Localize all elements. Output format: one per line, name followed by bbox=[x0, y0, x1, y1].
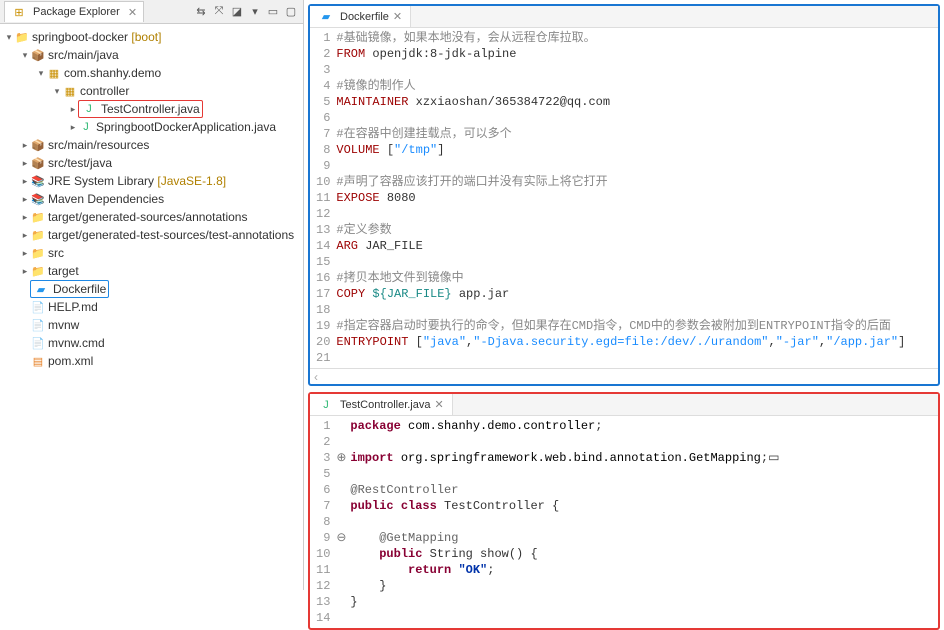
folder-src[interactable]: ▸📁src bbox=[0, 244, 303, 262]
file-icon: 📄 bbox=[30, 299, 46, 315]
editor-tabs: ▰ Dockerfile ✕ bbox=[310, 6, 938, 28]
java-file-icon: J bbox=[81, 101, 97, 117]
src-main-java[interactable]: ▾📦src/main/java bbox=[0, 46, 303, 64]
folder-icon: 📁 bbox=[30, 209, 46, 225]
editors-area: ▰ Dockerfile ✕ 1234567891011121314151617… bbox=[304, 0, 944, 590]
package-explorer-panel: ⊞ Package Explorer ✕ ⇆ ⤧ ◪ ▾ ▭ ▢ ▾📁sprin… bbox=[0, 0, 304, 590]
close-icon[interactable]: ✕ bbox=[393, 10, 402, 23]
panel-title-tab[interactable]: ⊞ Package Explorer ✕ bbox=[4, 1, 144, 22]
docker-icon: ▰ bbox=[318, 9, 334, 25]
link-editor-icon[interactable]: ⤧ bbox=[211, 4, 227, 20]
project-tree: ▾📁springboot-docker [boot] ▾📦src/main/ja… bbox=[0, 24, 303, 590]
package-icon: ▦ bbox=[46, 65, 62, 81]
package-controller[interactable]: ▾▦controller bbox=[0, 82, 303, 100]
dockerfile-editor: ▰ Dockerfile ✕ 1234567891011121314151617… bbox=[308, 4, 940, 386]
menu-icon[interactable]: ▾ bbox=[247, 4, 263, 20]
collapse-all-icon[interactable]: ⇆ bbox=[193, 4, 209, 20]
file-application[interactable]: ▸JSpringbootDockerApplication.java bbox=[0, 118, 303, 136]
src-main-resources[interactable]: ▸📦src/main/resources bbox=[0, 136, 303, 154]
file-pom[interactable]: ▤pom.xml bbox=[0, 352, 303, 370]
project-node[interactable]: ▾📁springboot-docker [boot] bbox=[0, 28, 303, 46]
jre-library[interactable]: ▸📚JRE System Library [JavaSE-1.8] bbox=[0, 172, 303, 190]
tab-testcontroller[interactable]: J TestController.java ✕ bbox=[310, 394, 453, 415]
dockerfile-code[interactable]: 123456789101112131415161718192021 #基础镜像，… bbox=[310, 28, 938, 368]
file-dockerfile[interactable]: ▰Dockerfile bbox=[0, 280, 303, 298]
folder-icon: 📁 bbox=[30, 227, 46, 243]
java-code[interactable]: 123567891011121314 ⊕ ⊖ package com.shanh… bbox=[310, 416, 938, 628]
library-icon: 📚 bbox=[30, 191, 46, 207]
gen-annotations[interactable]: ▸📁target/generated-sources/annotations bbox=[0, 208, 303, 226]
file-mvnw[interactable]: 📄mvnw bbox=[0, 316, 303, 334]
close-icon[interactable]: ✕ bbox=[128, 6, 137, 19]
maximize-icon[interactable]: ▢ bbox=[283, 4, 299, 20]
horizontal-scrollbar[interactable]: ‹ bbox=[310, 368, 938, 384]
close-icon[interactable]: ✕ bbox=[435, 398, 444, 411]
file-mvnw-cmd[interactable]: 📄mvnw.cmd bbox=[0, 334, 303, 352]
minimize-icon[interactable]: ▭ bbox=[265, 4, 281, 20]
folder-target[interactable]: ▸📁target bbox=[0, 262, 303, 280]
panel-header: ⊞ Package Explorer ✕ ⇆ ⤧ ◪ ▾ ▭ ▢ bbox=[0, 0, 303, 24]
file-test-controller[interactable]: ▸JTestController.java bbox=[0, 100, 303, 118]
gen-test-annotations[interactable]: ▸📁target/generated-test-sources/test-ann… bbox=[0, 226, 303, 244]
file-help[interactable]: 📄HELP.md bbox=[0, 298, 303, 316]
project-icon: 📁 bbox=[14, 29, 30, 45]
file-icon: 📄 bbox=[30, 317, 46, 333]
testcontroller-editor: J TestController.java ✕ 1235678910111213… bbox=[308, 392, 940, 630]
package-explorer-icon: ⊞ bbox=[11, 4, 27, 20]
folder-icon: 📁 bbox=[30, 263, 46, 279]
source-folder-icon: 📦 bbox=[30, 137, 46, 153]
package-icon: ▦ bbox=[62, 83, 78, 99]
tab-dockerfile[interactable]: ▰ Dockerfile ✕ bbox=[310, 6, 411, 27]
panel-title-text: Package Explorer bbox=[33, 6, 120, 18]
source-folder-icon: 📦 bbox=[30, 155, 46, 171]
editor-tabs: J TestController.java ✕ bbox=[310, 394, 938, 416]
java-file-icon: J bbox=[318, 397, 334, 413]
java-file-icon: J bbox=[78, 119, 94, 135]
docker-icon: ▰ bbox=[33, 281, 49, 297]
panel-toolbar: ⇆ ⤧ ◪ ▾ ▭ ▢ bbox=[193, 4, 299, 20]
file-icon: 📄 bbox=[30, 335, 46, 351]
maven-deps[interactable]: ▸📚Maven Dependencies bbox=[0, 190, 303, 208]
focus-icon[interactable]: ◪ bbox=[229, 4, 245, 20]
folder-icon: 📁 bbox=[30, 245, 46, 261]
src-test-java[interactable]: ▸📦src/test/java bbox=[0, 154, 303, 172]
source-folder-icon: 📦 bbox=[30, 47, 46, 63]
xml-file-icon: ▤ bbox=[30, 353, 46, 369]
library-icon: 📚 bbox=[30, 173, 46, 189]
package-demo[interactable]: ▾▦com.shanhy.demo bbox=[0, 64, 303, 82]
